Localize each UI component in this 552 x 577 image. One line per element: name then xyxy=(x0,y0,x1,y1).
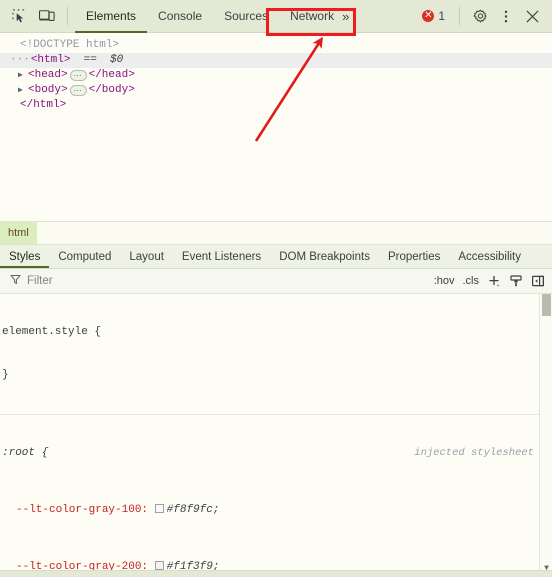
toolbar-right-group: ✕ 1 xyxy=(415,3,552,29)
filter-placeholder: Filter xyxy=(27,275,53,287)
device-toolbar-icon[interactable] xyxy=(33,3,60,29)
breadcrumb-item-html[interactable]: html xyxy=(0,222,37,244)
gear-icon[interactable] xyxy=(467,3,493,29)
style-rule-element-style[interactable]: element.style { } xyxy=(0,294,552,415)
tab-layout-label: Layout xyxy=(129,250,164,263)
tab-accessibility[interactable]: Accessibility xyxy=(449,245,530,268)
html-close-tag: </html> xyxy=(20,99,67,111)
tab-sources-label: Sources xyxy=(224,9,269,23)
tab-dom-breakpoints[interactable]: DOM Breakpoints xyxy=(270,245,379,268)
plus-icon[interactable] xyxy=(484,271,504,291)
breadcrumb: html xyxy=(0,221,552,244)
filter-input-wrap[interactable]: Filter xyxy=(0,274,431,288)
tab-network-label: Network xyxy=(290,9,335,23)
print-style-icon[interactable] xyxy=(506,271,526,291)
body-open-tag: <body> xyxy=(28,84,68,96)
tab-layout[interactable]: Layout xyxy=(120,245,173,268)
tab-network[interactable]: Network » xyxy=(279,0,358,33)
devtools-window: Elements Console Sources Network » ✕ 1 <… xyxy=(0,0,552,577)
device-toolbar-glyph xyxy=(38,10,55,21)
html-tag: <html> xyxy=(30,54,71,66)
declaration-property: --lt-color-gray-100: xyxy=(16,503,149,516)
tab-console[interactable]: Console xyxy=(147,0,213,33)
ellipsis-badge[interactable]: ⋯ xyxy=(69,85,87,96)
styles-sidebar-tabs: Styles Computed Layout Event Listeners D… xyxy=(0,244,552,269)
error-count-badge[interactable]: ✕ 1 xyxy=(415,9,452,23)
kebab-glyph xyxy=(504,10,508,22)
dom-line-html-close[interactable]: </html> xyxy=(0,98,552,113)
close-icon[interactable] xyxy=(519,3,545,29)
tab-properties[interactable]: Properties xyxy=(379,245,449,268)
head-open-tag: <head> xyxy=(28,69,68,81)
more-tabs-icon[interactable]: » xyxy=(342,9,349,24)
gear-glyph xyxy=(473,9,487,22)
declaration[interactable]: --lt-color-gray-100: #f8f9fc; xyxy=(2,503,552,517)
print-style-glyph xyxy=(510,275,522,287)
close-glyph xyxy=(526,10,538,22)
styles-rules-pane[interactable]: element.style { } :root { injected style… xyxy=(0,294,552,577)
rule-selector[interactable]: element.style { xyxy=(2,325,101,339)
hov-toggle[interactable]: :hov xyxy=(431,275,458,287)
kebab-menu-icon[interactable] xyxy=(493,3,519,29)
dom-tree-panel[interactable]: <!DOCTYPE html> ··· <html> == $0 ▶ <head> ⋯… xyxy=(0,33,552,221)
tab-computed-label: Computed xyxy=(58,250,112,263)
chevron-right-icon[interactable]: ▶ xyxy=(18,83,28,98)
tab-event-listeners[interactable]: Event Listeners xyxy=(173,245,270,268)
body-close-tag: </body> xyxy=(88,84,135,96)
scrollbar-thumb[interactable] xyxy=(542,294,551,316)
toggle-sidebar-glyph xyxy=(532,275,545,287)
tab-styles[interactable]: Styles xyxy=(0,245,49,268)
devtools-toolbar: Elements Console Sources Network » ✕ 1 xyxy=(0,0,552,33)
funnel-glyph xyxy=(10,274,21,285)
toggle-sidebar-icon[interactable] xyxy=(528,271,548,291)
plus-glyph xyxy=(489,276,499,287)
rule-header: element.style { xyxy=(2,325,552,339)
tab-accessibility-label: Accessibility xyxy=(458,250,522,263)
toolbar-divider-2 xyxy=(459,7,460,25)
tab-styles-label: Styles xyxy=(9,250,41,263)
toolbar-divider xyxy=(67,7,68,25)
tab-dom-breakpoints-label: DOM Breakpoints xyxy=(279,250,370,263)
funnel-icon xyxy=(10,274,21,288)
style-rule-root[interactable]: :root { injected stylesheet --lt-color-g… xyxy=(0,415,552,577)
tab-properties-label: Properties xyxy=(387,250,441,263)
error-count-label: 1 xyxy=(438,9,445,23)
dom-line-body[interactable]: ▶ <body> ⋯ </body> xyxy=(0,83,552,98)
dom-collapsed-dots: ··· xyxy=(10,54,30,66)
styles-filter-bar: Filter :hov .cls xyxy=(0,269,552,294)
rule-selector[interactable]: :root { xyxy=(2,446,48,460)
tab-console-label: Console xyxy=(158,9,203,23)
selected-node-marker: == $0 xyxy=(70,54,124,66)
error-circle-icon: ✕ xyxy=(422,10,435,22)
tab-event-listeners-label: Event Listeners xyxy=(181,250,262,263)
tab-elements[interactable]: Elements xyxy=(75,0,147,33)
dom-line-doctype[interactable]: <!DOCTYPE html> xyxy=(0,38,552,53)
inspect-cursor-icon[interactable] xyxy=(6,3,33,29)
doctype-text: <!DOCTYPE html> xyxy=(20,39,120,51)
panel-tabs: Elements Console Sources Network » xyxy=(75,0,358,33)
ellipsis-badge[interactable]: ⋯ xyxy=(69,70,87,81)
cls-toggle[interactable]: .cls xyxy=(460,275,483,287)
bottom-strip xyxy=(0,570,552,577)
dom-line-html[interactable]: ··· <html> == $0 xyxy=(0,53,552,68)
tab-elements-label: Elements xyxy=(86,9,137,23)
filter-actions: :hov .cls xyxy=(431,271,552,291)
color-swatch[interactable] xyxy=(154,560,164,570)
inspect-cursor-glyph xyxy=(12,8,26,22)
tab-computed[interactable]: Computed xyxy=(49,245,120,268)
dom-line-head[interactable]: ▶ <head> ⋯ </head> xyxy=(0,68,552,83)
color-swatch[interactable] xyxy=(154,503,164,513)
tab-sources[interactable]: Sources xyxy=(213,0,279,33)
head-close-tag: </head> xyxy=(88,69,135,81)
chevron-right-icon[interactable]: ▶ xyxy=(18,68,28,83)
declaration-value[interactable]: #f8f9fc; xyxy=(167,504,220,516)
rule-origin: injected stylesheet xyxy=(414,447,534,460)
styles-scrollbar[interactable]: ▼ xyxy=(539,294,552,577)
rule-header: :root { injected stylesheet xyxy=(2,446,552,460)
rule-closing-brace: } xyxy=(2,369,9,382)
